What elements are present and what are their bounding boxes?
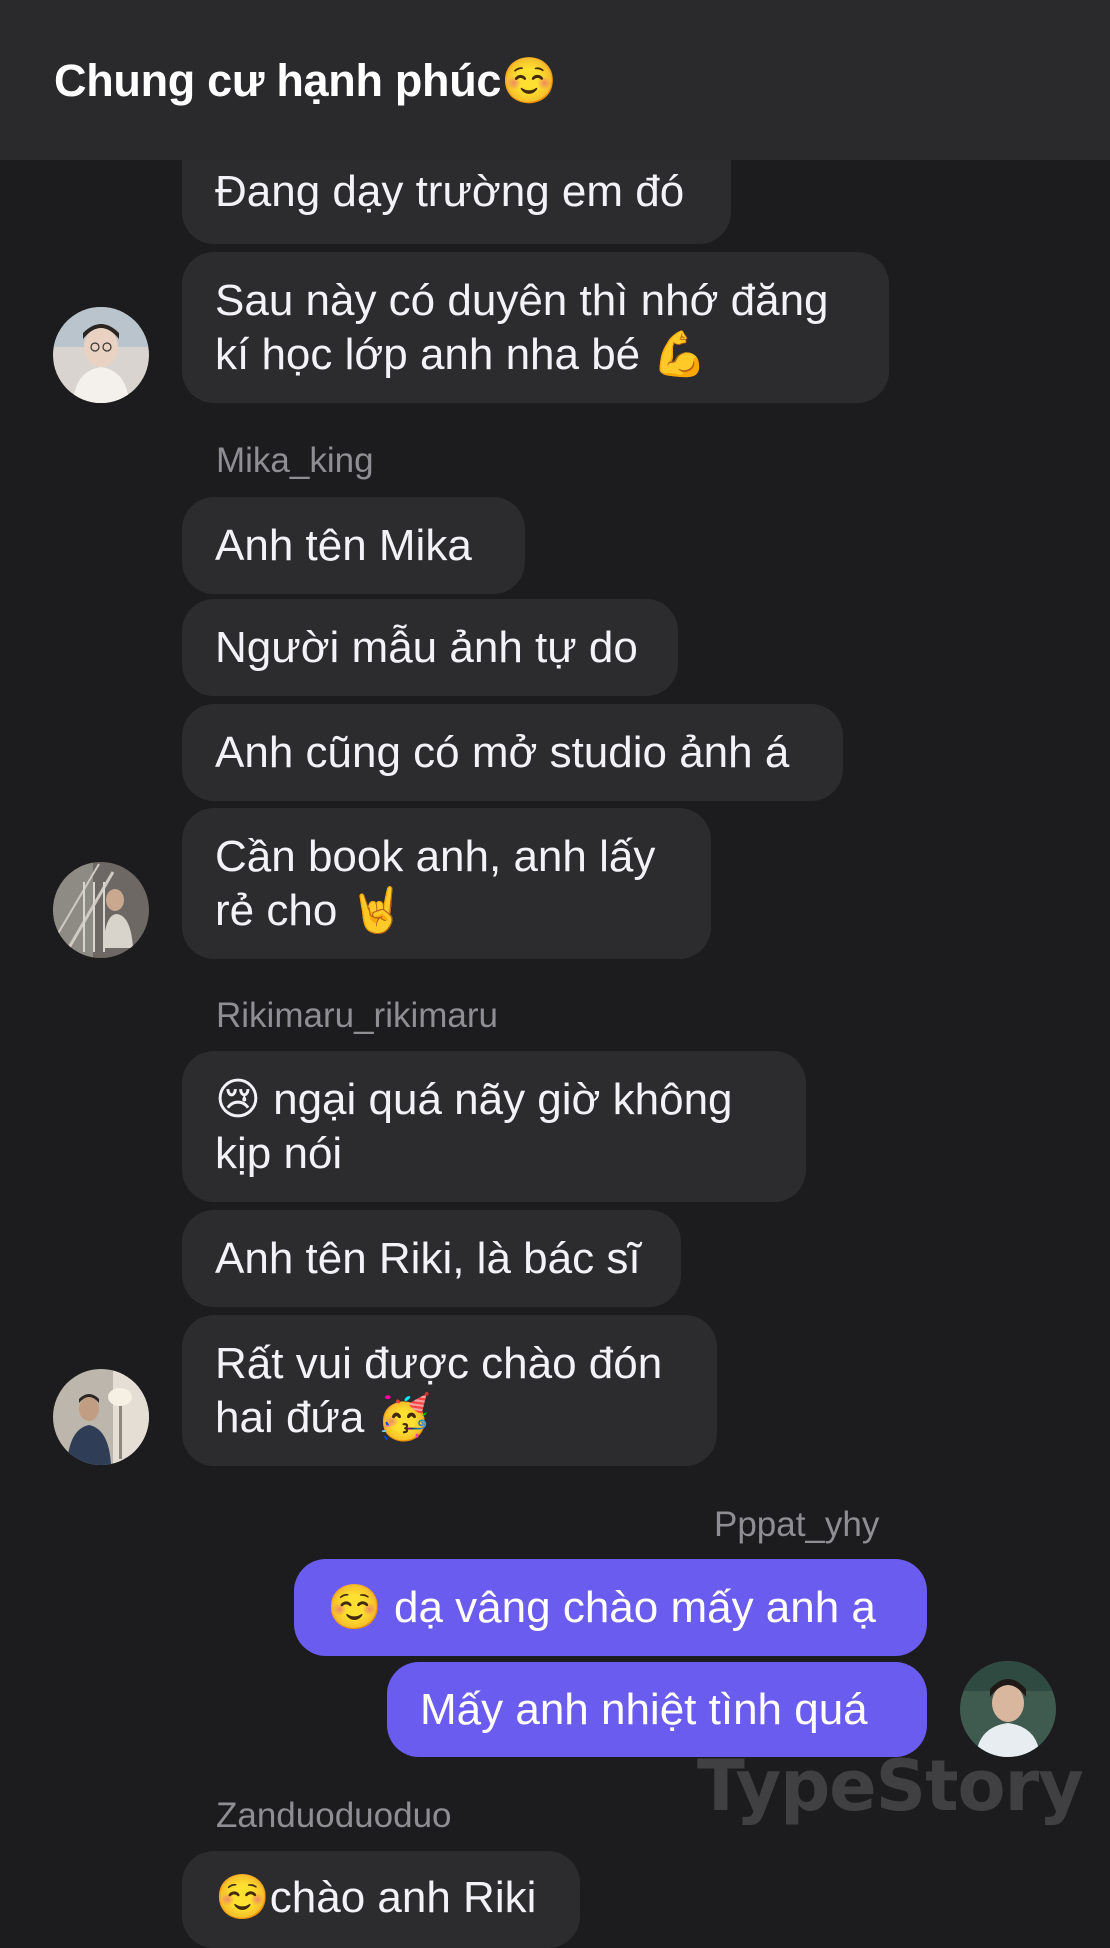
sender-name-riki: Rikimaru_rikimaru <box>216 996 498 1035</box>
chat-title[interactable]: Chung cư hạnh phúc☺️ <box>54 54 557 107</box>
message-bubble[interactable]: Anh cũng có mở studio ảnh á <box>182 704 843 801</box>
chat-header: Chung cư hạnh phúc☺️ <box>0 0 1110 160</box>
sender-name-mika: Mika_king <box>216 441 374 480</box>
message-bubble[interactable]: Anh tên Mika <box>182 497 525 594</box>
message-bubble[interactable]: Rất vui được chào đón hai đứa 🥳 <box>182 1315 717 1466</box>
avatar-pat[interactable] <box>960 1661 1056 1757</box>
sender-name-zan: Zanduoduoduo <box>216 1796 452 1835</box>
message-bubble[interactable]: Sau này có duyên thì nhớ đăng kí học lớp… <box>182 252 889 403</box>
message-bubble[interactable]: Anh tên Riki, là bác sĩ <box>182 1210 681 1307</box>
avatar-mika[interactable] <box>53 862 149 958</box>
message-bubble[interactable]: 😢 ngại quá nãy giờ không kịp nói <box>182 1051 806 1202</box>
message-bubble[interactable]: ☺️chào anh Riki <box>182 1851 580 1948</box>
avatar-teacher[interactable] <box>53 307 149 403</box>
sender-name-pat: Pppat_yhy <box>714 1505 880 1544</box>
message-bubble[interactable]: Người mẫu ảnh tự do <box>182 599 678 696</box>
own-message-bubble[interactable]: ☺️ dạ vâng chào mấy anh ạ <box>294 1559 927 1656</box>
avatar-riki[interactable] <box>53 1369 149 1465</box>
own-message-bubble[interactable]: Mấy anh nhiệt tình quá <box>387 1662 927 1757</box>
watermark-logo: TypeStory <box>697 1745 1084 1827</box>
message-bubble[interactable]: Cần book anh, anh lấy rẻ cho 🤘 <box>182 808 711 959</box>
